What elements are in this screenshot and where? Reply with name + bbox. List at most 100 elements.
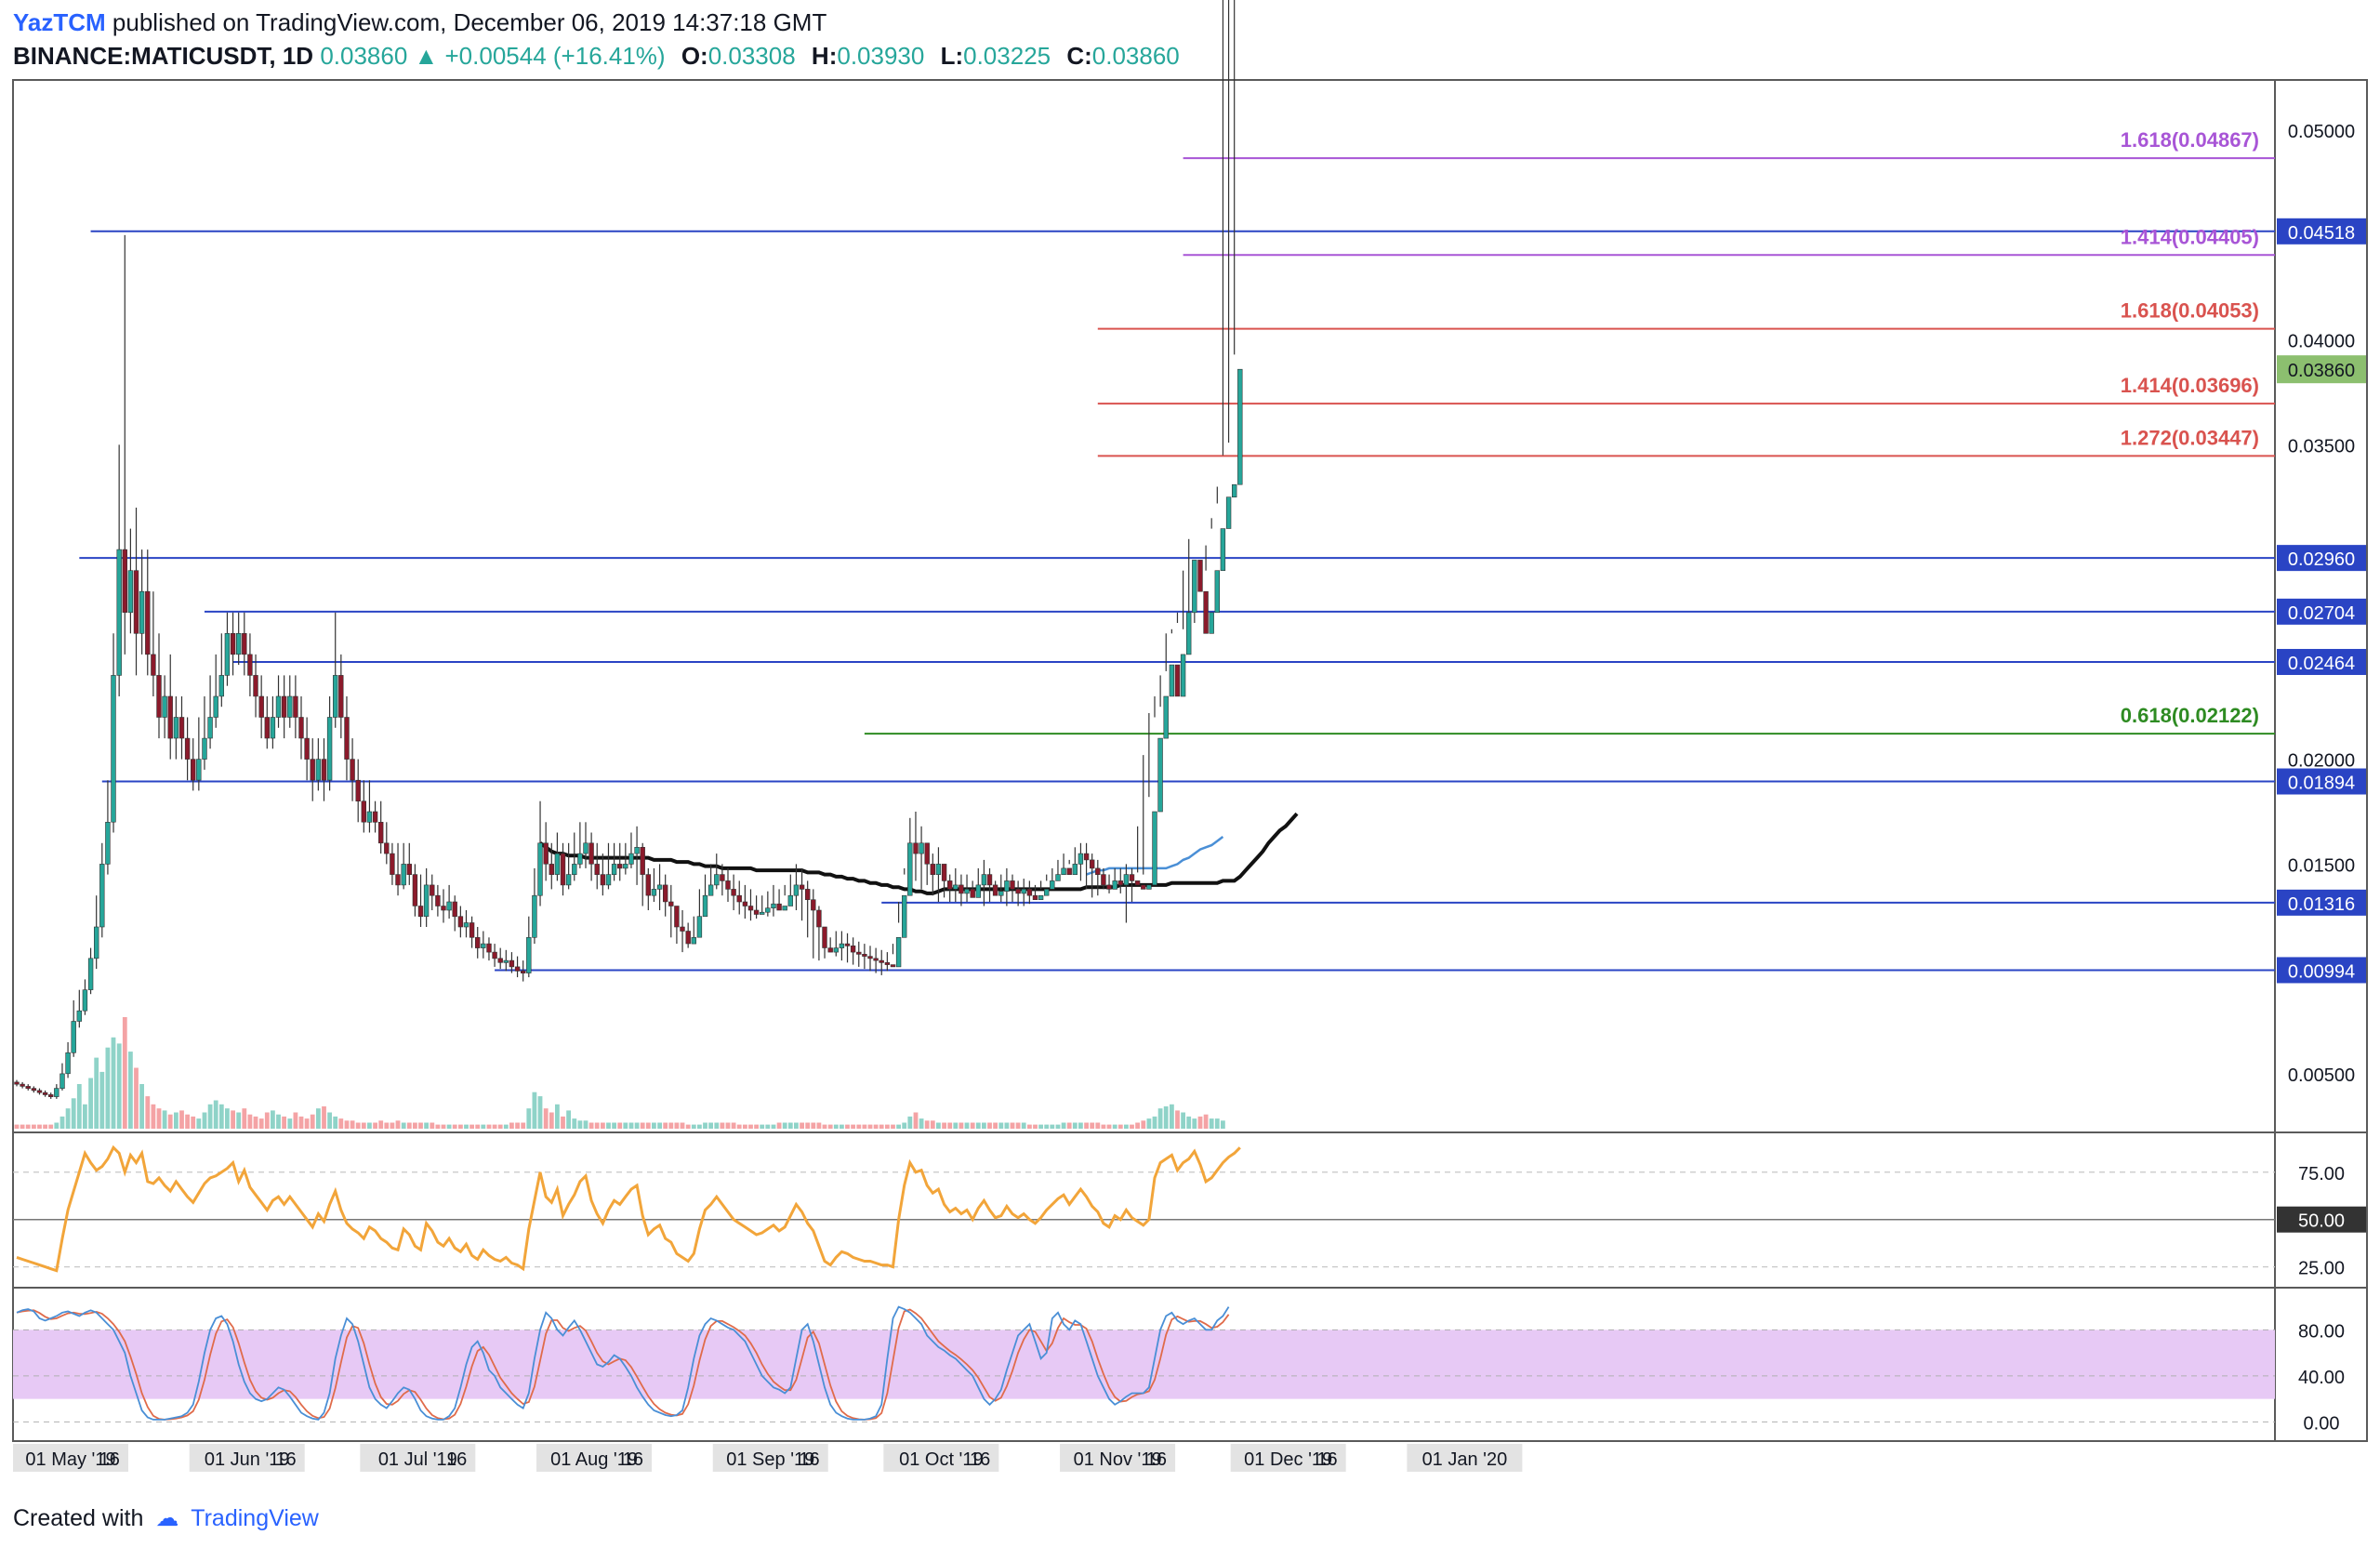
volume-bar [196, 1118, 202, 1129]
candle-body [20, 1083, 25, 1087]
volume-bar [691, 1124, 696, 1129]
volume-bar [1157, 1108, 1163, 1129]
candle-body [668, 901, 674, 906]
volume-bar [1050, 1124, 1055, 1129]
volume-bar [287, 1118, 293, 1129]
candle-body [628, 853, 634, 865]
volume-bar [873, 1124, 879, 1129]
volume-bar [128, 1052, 133, 1129]
candle-body [94, 926, 99, 959]
candle-body [54, 1088, 60, 1097]
candle-body [998, 891, 1004, 896]
volume-bar [794, 1122, 799, 1129]
tradingview-brand[interactable]: TradingView [191, 1505, 319, 1531]
candle-body [913, 842, 919, 854]
candle-body [1123, 874, 1130, 886]
volume-bar [1203, 1114, 1209, 1129]
volume-bar [697, 1124, 702, 1129]
volume-bar [1021, 1122, 1026, 1129]
volume-bar [435, 1124, 441, 1129]
volume-bar [213, 1100, 218, 1129]
candle-body [520, 971, 526, 974]
candle-body [25, 1086, 31, 1090]
volume-bar [327, 1112, 332, 1129]
volume-bar [845, 1124, 850, 1129]
volume-bar [1095, 1122, 1101, 1129]
volume-bar [776, 1122, 782, 1129]
volume-bar [1061, 1122, 1066, 1129]
volume-bar [612, 1122, 616, 1129]
candle-body [338, 675, 344, 718]
volume-bar [879, 1124, 884, 1129]
candle-body [793, 884, 800, 896]
volume-bar [1090, 1122, 1095, 1129]
volume-bar [896, 1124, 901, 1129]
candle-body [417, 906, 424, 918]
volume-bar [174, 1112, 178, 1129]
stoch-level-label: 40.00 [2298, 1368, 2345, 1388]
volume-bar [685, 1124, 691, 1129]
volume-bar [446, 1124, 452, 1129]
level-price-label: 0.00994 [2288, 961, 2355, 982]
candle-body [247, 654, 253, 676]
candle-body [1180, 654, 1186, 697]
candle-body [1152, 811, 1157, 886]
candle-body [173, 717, 179, 739]
price-tick-label: 0.00500 [2288, 1065, 2355, 1086]
volume-bar [515, 1122, 520, 1129]
volume-bar [65, 1108, 71, 1129]
candle-body [964, 889, 970, 894]
candle-body [355, 779, 361, 802]
candle-body [1174, 664, 1181, 697]
candle-body [919, 842, 924, 854]
volume-bar [258, 1118, 264, 1129]
price-tick-label: 0.05000 [2288, 122, 2355, 142]
candle-body [816, 909, 822, 928]
volume-bar [452, 1124, 457, 1129]
candle-body [281, 695, 287, 718]
candle-body [623, 864, 628, 869]
volume-bar [1038, 1124, 1043, 1129]
candle-body [975, 884, 982, 898]
candle-body [811, 899, 816, 911]
candle-body [207, 717, 213, 739]
volume-bar [708, 1122, 713, 1129]
chart-canvas[interactable]: 0.04518 0.02960 0.02704 0.02464 0.01894 0.013… [0, 0, 2380, 1548]
volume-bar [333, 1116, 338, 1129]
volume-bar [998, 1122, 1004, 1129]
candle-body [105, 821, 111, 865]
volume-bar [271, 1110, 275, 1129]
volume-bar [1066, 1122, 1072, 1129]
candle-body [895, 936, 902, 968]
volume-bar [304, 1118, 310, 1129]
volume-bar [139, 1084, 144, 1129]
volume-bar [714, 1122, 720, 1129]
candle-body [714, 874, 720, 886]
rsi-level-label: 50.00 [2298, 1211, 2345, 1232]
volume-bar [833, 1124, 839, 1129]
candle-body [99, 864, 105, 928]
volume-bar [1181, 1112, 1185, 1129]
candle-body [930, 864, 936, 876]
volume-bar [384, 1122, 390, 1129]
volume-bar [492, 1124, 497, 1129]
time-tick-label: 16 [1316, 1449, 1337, 1470]
candle-body [1186, 612, 1192, 655]
candle-body [1050, 880, 1055, 890]
volume-bar [145, 1096, 151, 1129]
volume-bar [827, 1124, 833, 1129]
volume-bar [822, 1124, 827, 1129]
volume-bar [657, 1122, 662, 1129]
volume-bar [1010, 1122, 1015, 1129]
volume-bar [116, 1043, 122, 1129]
volume-bar [566, 1110, 571, 1129]
level-price-label: 0.02464 [2288, 654, 2355, 674]
volume-bar [373, 1122, 377, 1129]
volume-bar [913, 1112, 919, 1129]
candle-body [253, 675, 258, 697]
volume-bar [83, 1104, 87, 1129]
volume-bar [668, 1122, 674, 1129]
candle-body [377, 821, 384, 844]
time-tick-label: 16 [970, 1449, 990, 1470]
candle-body [839, 943, 845, 948]
